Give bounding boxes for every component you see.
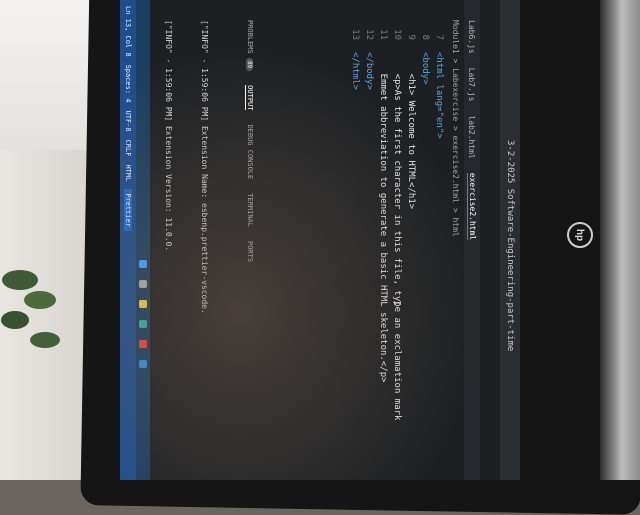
- prettier-button[interactable]: Prettier: [124, 189, 132, 232]
- line-number: 8: [420, 34, 430, 40]
- code-line: 7 <html lang="en">: [432, 0, 446, 480]
- status-bar: Ln 13, Col 8 Spaces: 4 UTF-8 CRLF HTML P…: [120, 0, 136, 480]
- log-line: ["INFO" - 1:59:06 PM] Extension Name: es…: [200, 20, 209, 314]
- code-text: </body>: [364, 52, 374, 90]
- problems-badge: 89: [246, 57, 253, 72]
- encoding[interactable]: UTF-8: [124, 111, 132, 132]
- file-explorer-icon[interactable]: [139, 300, 147, 308]
- tab-ports[interactable]: PORTS: [246, 241, 254, 262]
- line-number: 10: [392, 29, 402, 40]
- tab-lab7[interactable]: Lab7.js: [468, 68, 477, 102]
- line-number: 9: [406, 34, 416, 40]
- chrome-icon[interactable]: [139, 340, 147, 348]
- code-line: 8 <body>: [418, 0, 432, 480]
- hp-logo: hp: [567, 222, 593, 248]
- edge-icon[interactable]: [139, 320, 147, 328]
- code-line: 12 </body>: [362, 0, 376, 480]
- code-text: <body>: [420, 52, 430, 85]
- tab-lab6[interactable]: Lab6.js: [468, 20, 477, 54]
- title-bar: 3-2-2025 Software-Engineering-part-time: [500, 0, 520, 480]
- line-number: 7: [434, 34, 444, 40]
- editor-tabs: Lab6.js Lab7.js lab2.html exercise2.html: [464, 0, 480, 480]
- code-text: <html lang="en">: [434, 52, 444, 139]
- code-line: 9 <h1> Welcome to HTML</h1>: [404, 0, 418, 480]
- code-line: 10 <p>As the first character in this fil…: [390, 0, 404, 480]
- code-text: <p>As the first character in this file, …: [392, 52, 402, 421]
- tab-problems[interactable]: PROBLEMS 89: [246, 20, 254, 72]
- plant-leaves: [1, 270, 60, 348]
- indentation[interactable]: Spaces: 4: [124, 65, 132, 103]
- tab-lab2[interactable]: lab2.html: [468, 115, 477, 158]
- vscode-icon[interactable]: [139, 360, 147, 368]
- laptop-hinge: [600, 0, 640, 480]
- line-number: 12: [364, 29, 374, 40]
- breadcrumb[interactable]: Module1 > Labexercise > exercise2.html >…: [448, 0, 464, 480]
- cursor-position[interactable]: Ln 13, Col 8: [124, 6, 132, 57]
- taskbar: [136, 0, 150, 480]
- log-line: ["INFO" - 1:59:06 PM] Extension Version:…: [164, 20, 173, 252]
- windows-start-icon[interactable]: [139, 260, 147, 268]
- text-cursor-icon: I: [391, 300, 402, 307]
- panel-tabs: PROBLEMS 89 OUTPUT DEBUG CONSOLE TERMINA…: [242, 0, 258, 480]
- line-number: 13: [350, 29, 360, 40]
- code-editor[interactable]: 7 <html lang="en"> 8 <body> 9 <h1> Welcome…: [296, 0, 446, 480]
- tab-exercise2[interactable]: exercise2.html: [467, 172, 477, 241]
- output-log: ["INFO" - 1:59:06 PM] Extension Name: es…: [138, 20, 234, 314]
- tab-debug-console[interactable]: DEBUG CONSOLE: [246, 124, 254, 179]
- line-number: 11: [378, 29, 388, 40]
- tab-output[interactable]: OUTPUT: [245, 85, 255, 111]
- tab-terminal[interactable]: TERMINAL: [246, 193, 254, 227]
- window-title: 3-2-2025 Software-Engineering-part-time: [505, 140, 515, 352]
- code-line: 13 </html>: [348, 0, 362, 480]
- laptop-screen: 3-2-2025 Software-Engineering-part-time …: [120, 0, 520, 480]
- search-icon[interactable]: [139, 280, 147, 288]
- code-text: Emmet abbreviation to generate a basic H…: [378, 52, 388, 383]
- code-line: 11 Emmet abbreviation to generate a basi…: [376, 0, 390, 480]
- code-text: <h1> Welcome to HTML</h1>: [406, 52, 416, 210]
- language-mode[interactable]: HTML: [124, 164, 132, 181]
- line-ending[interactable]: CRLF: [124, 140, 132, 157]
- code-text: </html>: [350, 52, 360, 90]
